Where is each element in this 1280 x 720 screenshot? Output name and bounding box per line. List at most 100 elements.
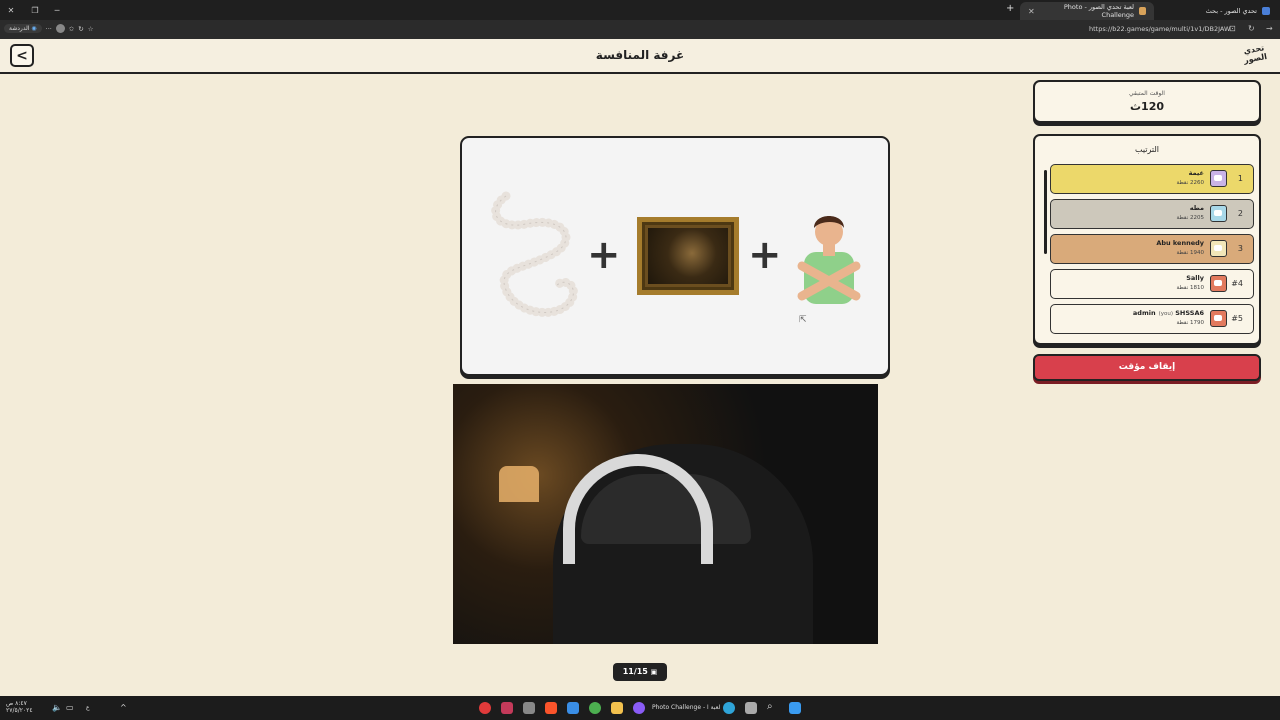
- player-name: غيمة: [1189, 169, 1204, 177]
- rank-number: #4: [1231, 279, 1243, 288]
- image-icon: ▣: [650, 668, 658, 676]
- player-avatar-icon: [1210, 205, 1227, 222]
- restore-window-icon[interactable]: ❐: [24, 0, 46, 20]
- active-window-icon[interactable]: [633, 702, 645, 714]
- ranking-row-1: 1 غيمة 2260 نقطة: [1050, 164, 1254, 194]
- player-avatar-icon: [1210, 275, 1227, 292]
- pearl-necklace-icon: [491, 191, 578, 317]
- clock-time: ٨:٤٧ ص: [6, 700, 27, 707]
- puzzle-card: + + ⇱: [460, 136, 890, 376]
- you-badge: (you): [1158, 311, 1173, 317]
- star-icon[interactable]: ☆: [88, 25, 94, 33]
- more-icon[interactable]: ···: [46, 25, 52, 33]
- ranking-card: الترتيب 1 غيمة 2260 نقطة 2 مطه 2205 نقطة…: [1033, 134, 1261, 345]
- scrollbar-thumb[interactable]: [1044, 170, 1047, 254]
- rank-number: 3: [1237, 244, 1243, 253]
- address-bar: الدردشة ◉ ··· ✩ ↻ ☆ https://b22.games/ga…: [0, 20, 1280, 39]
- language-indicator[interactable]: ع: [86, 704, 90, 711]
- rank-number: 1: [1237, 174, 1243, 183]
- browser-title-bar: ✕ ❐ ─ تحدي الصور - بحث لعبة تحدي الصور -…: [0, 0, 1280, 20]
- ranking-row-4: #4 Sally 1810 نقطة: [1050, 269, 1254, 299]
- chat-bookmark[interactable]: الدردشة ◉: [4, 24, 42, 33]
- player-score: 1940 نقطة: [1176, 250, 1204, 256]
- lamp-icon: [499, 466, 539, 502]
- ranking-scrollbar[interactable]: [1044, 166, 1047, 334]
- network-icon[interactable]: ▭: [66, 703, 74, 712]
- close-tab-icon[interactable]: ✕: [1028, 7, 1035, 16]
- favorites-icon[interactable]: ✩: [69, 25, 74, 33]
- reload-icon[interactable]: ↻: [1248, 24, 1255, 33]
- app-icon-5[interactable]: [567, 702, 579, 714]
- new-tab-icon[interactable]: +: [1006, 3, 1014, 14]
- ranking-row-2: 2 مطه 2205 نقطة: [1050, 199, 1254, 229]
- player-avatar-icon: [1210, 170, 1227, 187]
- tray-chevron-icon[interactable]: ^: [120, 703, 127, 712]
- page-title: غرفة المنافسة: [595, 48, 685, 62]
- player-avatar-icon: [1210, 240, 1227, 257]
- bookmark-label: الدردشة: [9, 25, 30, 32]
- profile-avatar-icon[interactable]: [55, 24, 65, 33]
- tab-photo-challenge[interactable]: لعبة تحدي الصور - Photo Challenge ✕: [1020, 2, 1154, 20]
- player-name: Abu kennedy: [1156, 239, 1204, 247]
- refresh-icon[interactable]: ↻: [78, 25, 83, 33]
- chrome-icon[interactable]: [589, 702, 601, 714]
- app-header: < غرفة المنافسة تحدي الصور: [0, 39, 1280, 74]
- task-view-icon[interactable]: [745, 702, 757, 714]
- search-icon[interactable]: ⌕: [767, 701, 773, 712]
- player-name-text: Abu kennedy: [1156, 239, 1204, 247]
- player-name: admin (you) SHSSA6: [1133, 309, 1204, 317]
- painting-icon: [637, 217, 739, 295]
- player-score: 2260 نقطة: [1176, 180, 1204, 186]
- player-avatar-icon: [1210, 310, 1227, 327]
- timer-value: 120ث: [1129, 100, 1165, 113]
- player-name: Sally: [1186, 274, 1204, 282]
- pause-button[interactable]: إيقاف مؤقت: [1033, 354, 1261, 381]
- app-icon-3[interactable]: [523, 702, 535, 714]
- tab-search[interactable]: تحدي الصور - بحث: [1160, 2, 1278, 20]
- player-name-text: غيمة: [1188, 169, 1204, 177]
- minimize-window-icon[interactable]: ─: [46, 0, 68, 20]
- game-favicon-icon: [1139, 7, 1146, 15]
- player-score: 1810 نقطة: [1176, 285, 1204, 291]
- ranking-row-5: #5 admin (you) SHSSA6 1790 نقطة: [1050, 304, 1254, 334]
- player-score: 2205 نقطة: [1176, 215, 1204, 221]
- player-name-text: Sally: [1186, 274, 1204, 282]
- brave-icon[interactable]: [545, 702, 557, 714]
- mouse-cursor-icon: ⇱: [799, 315, 807, 325]
- active-window-label[interactable]: لعبة ا - Photo Challenge: [652, 704, 720, 711]
- timer-card: الوقت المتبقي 120ث: [1033, 80, 1261, 123]
- app-logo: تحدي الصور: [1242, 43, 1268, 65]
- webcam-video: [453, 384, 878, 644]
- tab-title: تحدي الصور - بحث: [1205, 7, 1257, 15]
- windows-start-icon[interactable]: [789, 702, 801, 714]
- clock-date: ٢٧/٥/٢٠٢٤: [6, 707, 33, 714]
- forward-icon[interactable]: →: [1266, 24, 1273, 33]
- app-icon-2[interactable]: [501, 702, 513, 714]
- plus-icon: +: [748, 232, 782, 278]
- tab-title: لعبة تحدي الصور - Photo Challenge: [1063, 3, 1135, 19]
- close-window-icon[interactable]: ✕: [0, 0, 22, 20]
- round-counter: 11/15 ▣: [613, 663, 667, 681]
- search-favicon-icon: [1262, 7, 1270, 15]
- player-name-text: مطه: [1189, 204, 1204, 212]
- taskbar: ٨:٤٧ ص ٢٧/٥/٢٠٢٤ 🔈 ▭ ع ^ لعبة ا - Photo …: [0, 696, 1280, 720]
- url-text[interactable]: https://b22.games/game/multi/1v1/DB2JAW: [1089, 25, 1230, 33]
- volume-icon[interactable]: 🔈: [52, 703, 62, 712]
- rank-number: #5: [1231, 314, 1243, 323]
- clock[interactable]: ٨:٤٧ ص ٢٧/٥/٢٠٢٤: [6, 700, 33, 714]
- lock-icon[interactable]: ⊡: [1229, 24, 1236, 33]
- player-prefix: admin: [1132, 309, 1156, 317]
- player-score: 1790 نقطة: [1176, 320, 1204, 326]
- app-icon-1[interactable]: [479, 702, 491, 714]
- ranking-title: الترتيب: [1135, 145, 1159, 154]
- round-progress: 11/15: [622, 667, 648, 676]
- person-crossed-arms-icon: [797, 216, 861, 304]
- ranking-row-3: 3 Abu kennedy 1940 نقطة: [1050, 234, 1254, 264]
- file-explorer-icon[interactable]: [611, 702, 623, 714]
- copilot-icon: ◉: [31, 25, 37, 32]
- player-name: مطه: [1190, 204, 1204, 212]
- edge-icon[interactable]: [723, 702, 735, 714]
- plus-icon: +: [587, 232, 621, 278]
- timer-label: الوقت المتبقي: [1129, 90, 1165, 97]
- bookmarks-area: الدردشة ◉ ··· ✩ ↻ ☆: [4, 24, 94, 33]
